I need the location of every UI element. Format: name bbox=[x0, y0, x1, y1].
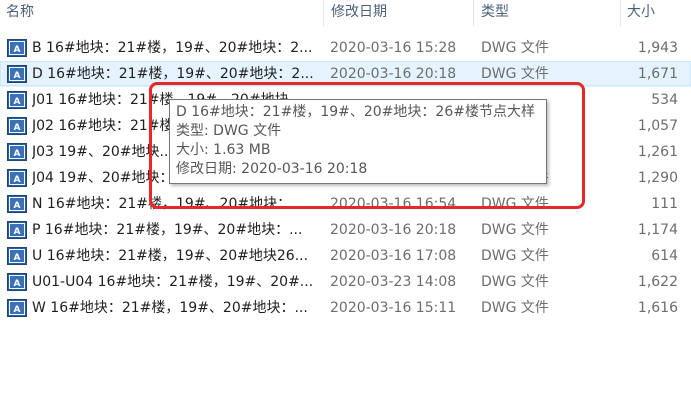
file-row[interactable]: A U01-U04 16#地块：21#楼，19#、20#... 2020-03-… bbox=[0, 269, 691, 295]
dwg-file-icon: A bbox=[7, 169, 27, 187]
file-size: 614 bbox=[651, 248, 678, 264]
file-name: B 16#地块：21#楼，19#、20#地块：2... bbox=[32, 40, 313, 56]
dwg-file-icon: A bbox=[7, 221, 27, 239]
dwg-file-icon: A bbox=[7, 117, 27, 135]
dwg-file-icon: A bbox=[7, 247, 27, 265]
svg-text:A: A bbox=[14, 253, 21, 263]
svg-text:A: A bbox=[14, 305, 21, 315]
svg-text:A: A bbox=[14, 175, 21, 185]
file-size: 1,943 bbox=[637, 40, 678, 56]
column-header-bar: ⌃ 名称 修改日期 类型 大小 bbox=[0, 0, 691, 26]
column-divider[interactable] bbox=[620, 0, 621, 26]
file-size: 1,261 bbox=[637, 144, 678, 160]
file-size: 1,616 bbox=[637, 300, 678, 316]
column-header-name[interactable]: 名称 bbox=[6, 0, 324, 26]
dwg-file-icon: A bbox=[7, 39, 27, 57]
svg-text:A: A bbox=[14, 279, 21, 289]
file-size: 111 bbox=[651, 196, 678, 212]
file-row[interactable]: A P 16#地块：21#楼，19#、20#地块：... 2020-03-16 … bbox=[0, 217, 691, 243]
svg-text:A: A bbox=[14, 45, 21, 55]
file-type: DWG 文件 bbox=[481, 274, 549, 290]
file-name: W 16#地块：21#楼，19#、20#地块：... bbox=[32, 300, 308, 316]
dwg-file-icon: A bbox=[7, 273, 27, 291]
file-size: 534 bbox=[651, 92, 678, 108]
svg-text:A: A bbox=[14, 97, 21, 107]
file-size: 1,622 bbox=[637, 274, 678, 290]
dwg-file-icon: A bbox=[7, 143, 27, 161]
dwg-file-icon: A bbox=[7, 195, 27, 213]
file-name: U01-U04 16#地块：21#楼，19#、20#... bbox=[32, 274, 314, 290]
file-modified-date: 2020-03-16 15:28 bbox=[330, 40, 457, 56]
svg-text:A: A bbox=[14, 227, 21, 237]
file-type: DWG 文件 bbox=[481, 222, 549, 238]
file-size: 1,057 bbox=[637, 118, 678, 134]
file-type: DWG 文件 bbox=[481, 40, 549, 56]
file-modified-date: 2020-03-16 17:08 bbox=[330, 248, 457, 264]
file-modified-date: 2020-03-16 15:11 bbox=[330, 300, 457, 316]
file-modified-date: 2020-03-16 20:18 bbox=[330, 222, 457, 238]
file-type: DWG 文件 bbox=[481, 248, 549, 264]
svg-text:A: A bbox=[14, 201, 21, 211]
file-name: U 16#地块：21#楼，19#、20#地块26... bbox=[32, 248, 309, 264]
svg-text:A: A bbox=[14, 149, 21, 159]
dwg-file-icon: A bbox=[7, 91, 27, 109]
dwg-file-icon: A bbox=[7, 65, 27, 83]
column-divider[interactable] bbox=[323, 0, 324, 26]
svg-text:A: A bbox=[14, 123, 21, 133]
file-size: 1,174 bbox=[637, 222, 678, 238]
file-name: P 16#地块：21#楼，19#、20#地块：... bbox=[32, 222, 303, 238]
file-size: 1,671 bbox=[637, 66, 678, 82]
file-row[interactable]: A U 16#地块：21#楼，19#、20#地块26... 2020-03-16… bbox=[0, 243, 691, 269]
file-size: 1,290 bbox=[637, 170, 678, 186]
svg-text:A: A bbox=[14, 71, 21, 81]
file-type: DWG 文件 bbox=[481, 300, 549, 316]
column-header-type[interactable]: 类型 bbox=[481, 0, 611, 26]
file-modified-date: 2020-03-23 14:08 bbox=[330, 274, 457, 290]
dwg-file-icon: A bbox=[7, 299, 27, 317]
column-header-modified[interactable]: 修改日期 bbox=[331, 0, 471, 26]
column-header-size[interactable]: 大小 bbox=[627, 0, 687, 26]
file-row[interactable]: A B 16#地块：21#楼，19#、20#地块：2... 2020-03-16… bbox=[0, 35, 691, 61]
file-row[interactable]: A W 16#地块：21#楼，19#、20#地块：... 2020-03-16 … bbox=[0, 295, 691, 321]
red-highlight-box bbox=[149, 82, 585, 209]
column-divider[interactable] bbox=[473, 0, 474, 26]
